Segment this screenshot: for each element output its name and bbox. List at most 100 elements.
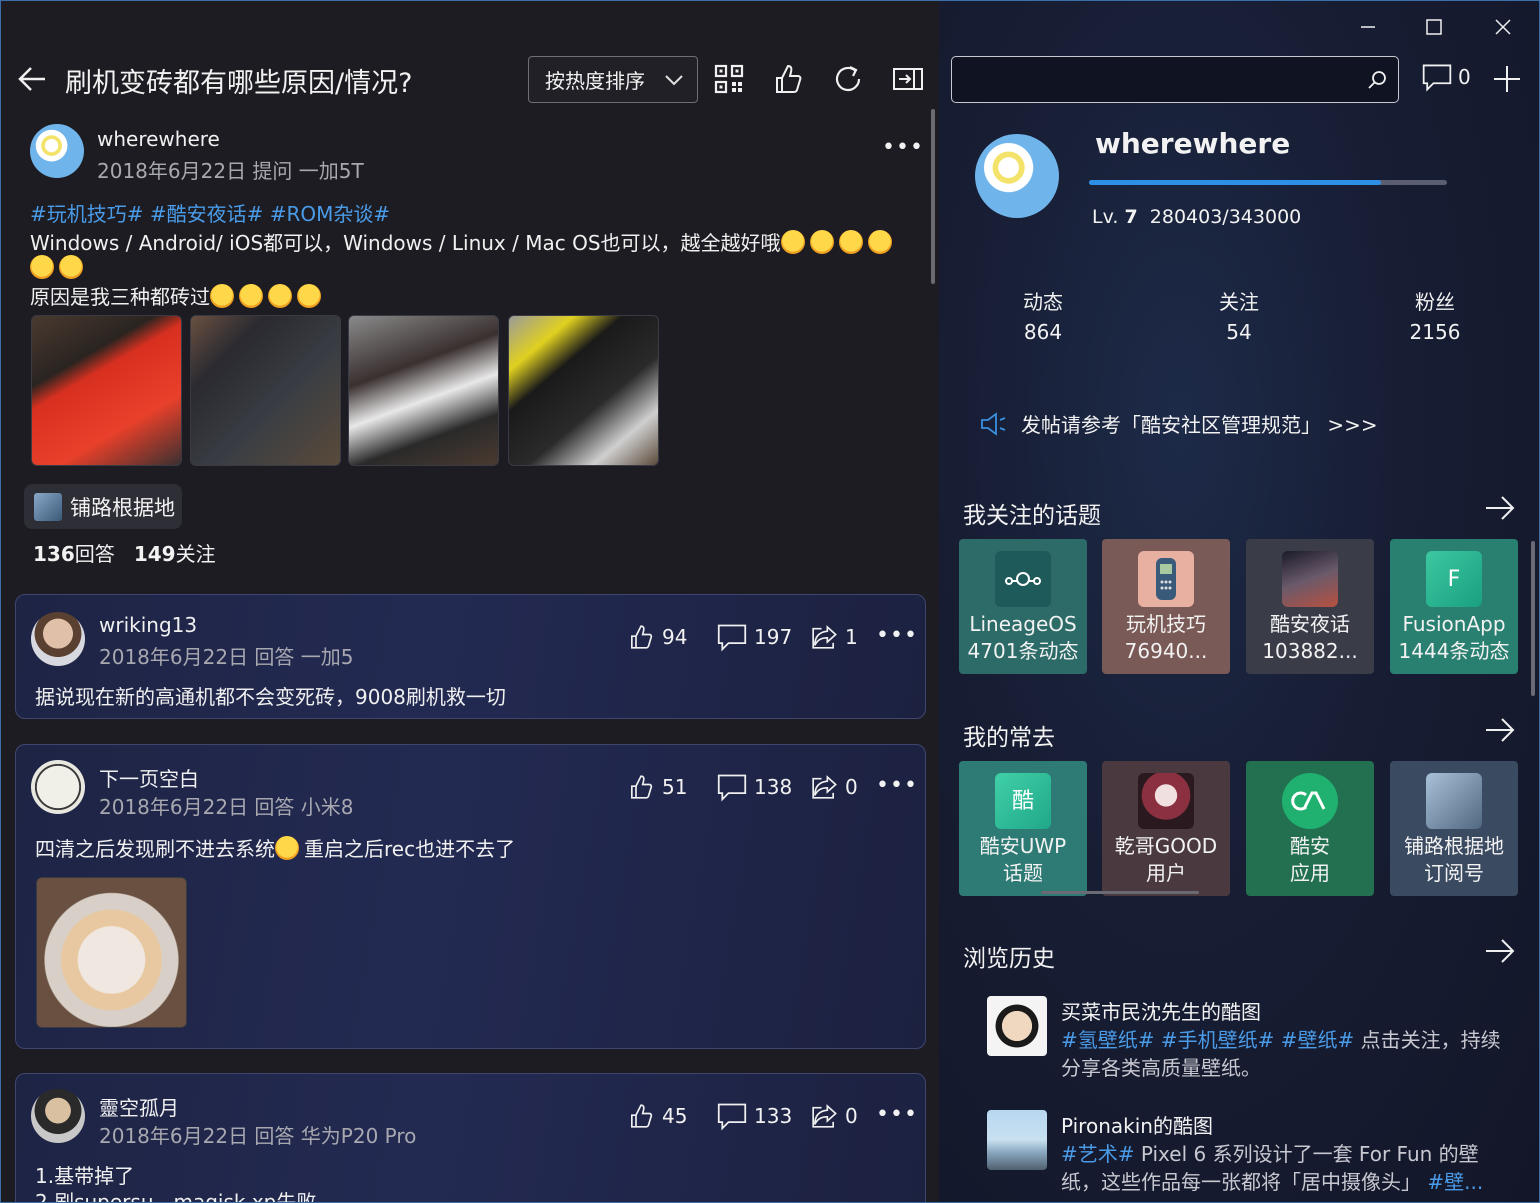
stat-fans[interactable]: 粉丝 2156 [1375, 286, 1495, 344]
post-image-2[interactable] [190, 315, 341, 466]
answer-card[interactable]: wriking13 2018年6月22日 回答 一加5 94 197 1 •••… [15, 594, 926, 719]
history-desc-a: 点击关注，持续 [1354, 1028, 1501, 1052]
side-pane: 0 wherewhere Lv. 7 280403/343000 动态 864 … [939, 1, 1539, 1202]
arrow-right-icon[interactable] [1483, 715, 1517, 745]
history-avatar [987, 1110, 1047, 1170]
notice-link[interactable]: 发帖请参考「酷安社区管理规范」 >>> [979, 409, 1378, 438]
topic-tile-night-talk[interactable]: 酷安夜话 103882... [1246, 539, 1374, 674]
notifications-button[interactable]: 0 [1421, 61, 1471, 93]
history-desc-b: 分享各类高质量壁纸。 [1061, 1056, 1261, 1080]
share-button[interactable]: 0 [809, 1101, 858, 1131]
phone-icon [1138, 551, 1194, 607]
more-options-icon[interactable]: ••• [876, 1102, 918, 1127]
more-options-icon[interactable]: ••• [882, 135, 924, 160]
topic-icon [34, 492, 62, 521]
sort-dropdown[interactable]: 按热度排序 [528, 56, 698, 103]
like-button[interactable]: 45 [626, 1101, 687, 1131]
stat-label: 粉丝 [1415, 290, 1455, 314]
share-button[interactable]: 1 [809, 622, 858, 652]
thumbs-up-icon [631, 625, 653, 649]
profile-name[interactable]: wherewhere [1095, 127, 1290, 160]
post-image-3[interactable] [348, 315, 499, 466]
like-button[interactable]: 94 [626, 622, 687, 652]
coolapk-logo-icon [1282, 773, 1338, 829]
history-item[interactable]: 买菜市民沈先生的酷图 #氢壁纸# #手机壁纸# #壁纸# 点击关注，持续 分享各… [987, 996, 1507, 1086]
topic-chip[interactable]: 铺路根据地 [24, 484, 182, 529]
cool-emoji-icon [210, 284, 234, 308]
avatar[interactable] [31, 612, 85, 666]
arrow-right-icon[interactable] [1483, 936, 1517, 966]
post-meta: 2018年6月22日 提问 一加5T [97, 159, 364, 183]
scrollbar[interactable] [931, 109, 935, 284]
level-value: 7 [1124, 206, 1138, 228]
like-count: 94 [662, 625, 688, 649]
topic-tile-tips[interactable]: 玩机技巧 76940... [1102, 539, 1230, 674]
history-item[interactable]: Pironakin的酷图 #艺术# Pixel 6 系列设计了一套 For Fu… [987, 1110, 1507, 1202]
comment-button[interactable]: 138 [716, 772, 792, 802]
lineageos-icon [995, 551, 1051, 607]
answer-card[interactable]: 下一页空白 2018年6月22日 回答 小米8 51 138 0 ••• 四清之… [15, 744, 926, 1049]
scrollbar[interactable] [1531, 541, 1535, 696]
scrollbar[interactable] [1041, 891, 1199, 894]
share-count: 0 [845, 775, 858, 799]
share-icon [812, 1104, 837, 1128]
stat-label: 关注 [1219, 290, 1259, 314]
topic-tile-fusionapp[interactable]: F FusionApp 1444条动态 [1390, 539, 1518, 674]
night-city-icon [1282, 551, 1338, 607]
tile-title: FusionApp [1402, 612, 1506, 636]
post-image-4[interactable] [508, 315, 659, 466]
laugh-emoji-icon [867, 230, 892, 254]
app-window: 刷机变砖都有哪些原因/情况? 按热度排序 wherewhere 2018年6月2… [0, 0, 1540, 1203]
answer-author[interactable]: 靈空孤月 [99, 1092, 179, 1121]
post-tags[interactable]: #玩机技巧# #酷安夜话# #ROM杂谈# [30, 198, 390, 227]
post-line-3-text: 原因是我三种都砖过 [30, 285, 210, 309]
topic-tile-lineageos[interactable]: LineageOS 4701条动态 [959, 539, 1087, 674]
history-desc-b: 纸，这些作品每一张都将「居中摄像头」 [1061, 1170, 1421, 1194]
frequent-tile-coolapk-app[interactable]: 酷安 应用 [1246, 761, 1374, 896]
question-pane: 刷机变砖都有哪些原因/情况? 按热度排序 wherewhere 2018年6月2… [1, 1, 939, 1202]
more-options-icon[interactable]: ••• [876, 623, 918, 648]
like-button[interactable]: 51 [626, 772, 687, 802]
stat-feeds[interactable]: 动态 864 [983, 286, 1103, 344]
laugh-emoji-icon [838, 230, 863, 254]
frequent-tile-coolapk-uwp[interactable]: 酷 酷安UWP 话题 [959, 761, 1087, 896]
search-icon[interactable] [1366, 69, 1388, 91]
frequent-tile-subscription[interactable]: 铺路根据地 订阅号 [1390, 761, 1518, 896]
arrow-right-icon[interactable] [1483, 493, 1517, 523]
frequent-tile-user[interactable]: 乾哥GOOD 用户 [1102, 761, 1230, 896]
answer-card[interactable]: 靈空孤月 2018年6月22日 回答 华为P20 Pro 45 133 0 ••… [15, 1073, 926, 1202]
speaker-icon [981, 411, 1006, 436]
share-button[interactable]: 0 [809, 772, 858, 802]
sort-label: 按热度排序 [545, 69, 645, 93]
answer-image[interactable] [36, 877, 187, 1028]
post-stats: 136回答 149关注 [33, 538, 216, 567]
add-icon[interactable] [1491, 63, 1523, 95]
search-input[interactable] [951, 56, 1399, 103]
comment-button[interactable]: 133 [716, 1101, 792, 1131]
post-image-1[interactable] [31, 315, 182, 466]
close-icon[interactable] [1491, 15, 1515, 39]
comment-button[interactable]: 197 [716, 622, 792, 652]
profile-avatar[interactable] [975, 134, 1059, 218]
minimize-icon[interactable] [1356, 15, 1380, 39]
thumbs-up-icon[interactable] [770, 61, 806, 97]
back-arrow-icon[interactable] [15, 61, 51, 97]
tile-title: 玩机技巧 [1126, 612, 1206, 636]
maximize-icon[interactable] [1422, 15, 1446, 39]
author-name[interactable]: wherewhere [97, 127, 220, 151]
stat-following[interactable]: 关注 54 [1179, 286, 1299, 344]
share-icon [812, 625, 837, 649]
level-info: Lv. 7 280403/343000 [1092, 206, 1301, 228]
qr-code-icon[interactable] [711, 61, 747, 97]
more-options-icon[interactable]: ••• [876, 773, 918, 798]
answer-author[interactable]: wriking13 [99, 613, 197, 637]
avatar[interactable] [31, 1089, 85, 1143]
thumbs-up-icon [631, 775, 653, 799]
follow-label: 关注 [175, 542, 216, 566]
refresh-icon[interactable] [830, 61, 866, 97]
author-avatar[interactable] [30, 124, 84, 178]
avatar[interactable] [31, 760, 85, 814]
open-pane-icon[interactable] [890, 61, 926, 97]
answer-author[interactable]: 下一页空白 [99, 763, 199, 792]
tile-subtitle: 订阅号 [1424, 861, 1484, 885]
